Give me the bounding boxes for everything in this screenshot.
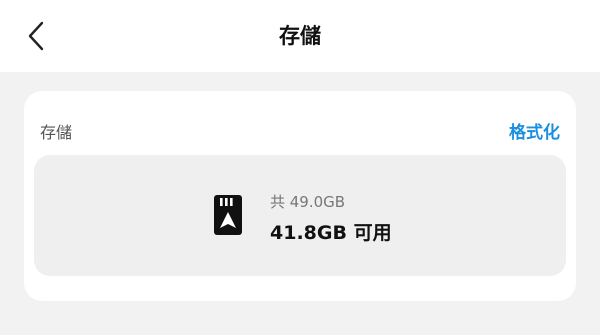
sd-card-icon [214,195,242,235]
available-capacity-text: 41.8GB 可用 [270,222,392,244]
format-button[interactable]: 格式化 [509,118,560,143]
total-capacity-text: 共 49.0GB [270,193,346,211]
page-title: 存儲 [279,24,321,48]
top-bar: 存儲 [0,0,600,72]
storage-info-box: 共 49.0GB 41.8GB 可用 [34,155,566,276]
chevron-left-icon [28,21,44,51]
storage-card: 存儲 格式化 共 49.0GB 41.8GB 可用 [24,91,576,301]
back-button[interactable] [18,18,54,54]
storage-section-label: 存儲 [40,123,73,142]
